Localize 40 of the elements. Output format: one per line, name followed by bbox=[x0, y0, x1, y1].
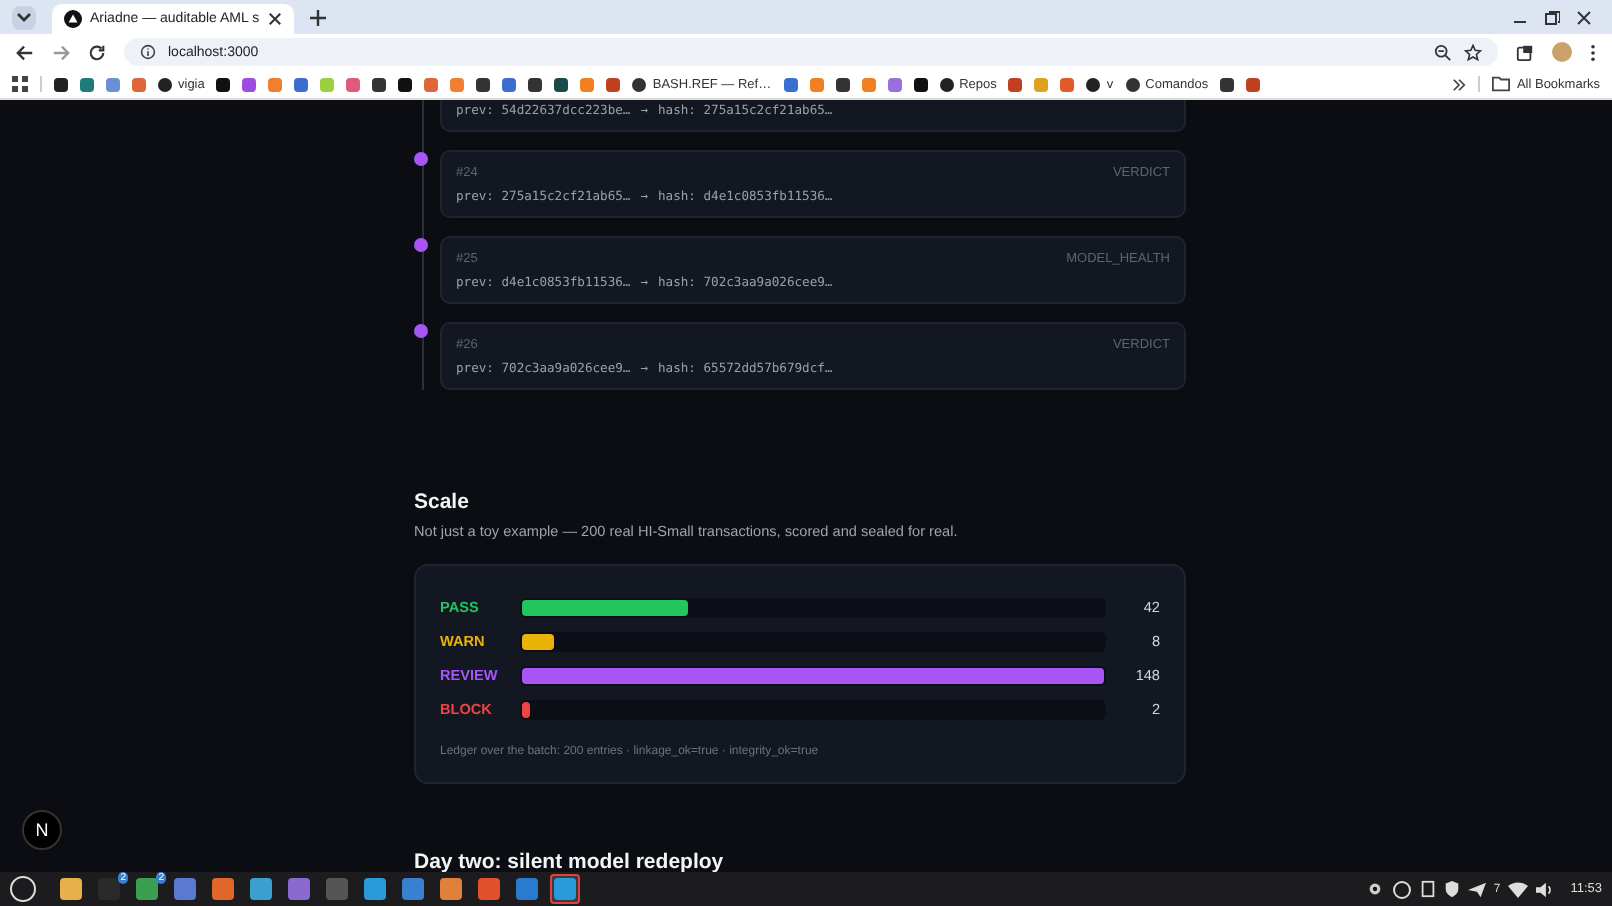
wifi-icon[interactable] bbox=[1508, 881, 1529, 897]
bookmark-icon[interactable] bbox=[476, 77, 491, 91]
section-heading: Scale bbox=[414, 490, 471, 514]
forward-icon[interactable] bbox=[52, 43, 70, 61]
caret-icon bbox=[16, 11, 32, 23]
triangle-logo-icon bbox=[64, 10, 82, 28]
reload-icon[interactable] bbox=[88, 43, 106, 61]
bookmark-icon[interactable] bbox=[1220, 77, 1235, 91]
apps-icon[interactable] bbox=[12, 76, 28, 92]
restore-icon[interactable] bbox=[1544, 9, 1560, 25]
timeline-dot bbox=[414, 238, 428, 252]
info-icon bbox=[140, 44, 156, 60]
new-tab-icon[interactable] bbox=[309, 9, 326, 25]
bookmark-icon[interactable] bbox=[54, 77, 68, 91]
bookmark-icon[interactable] bbox=[528, 77, 543, 91]
bookmark-icon[interactable] bbox=[372, 77, 387, 91]
zoom-icon[interactable] bbox=[1434, 43, 1452, 61]
back-icon[interactable] bbox=[16, 43, 34, 61]
extensions-icon[interactable] bbox=[1516, 43, 1534, 61]
send-icon[interactable] bbox=[1467, 881, 1486, 897]
chevron-icon[interactable] bbox=[1452, 77, 1467, 91]
bookmark-icon[interactable] bbox=[216, 77, 231, 91]
close-icon[interactable] bbox=[267, 12, 282, 26]
shield-icon[interactable] bbox=[1443, 880, 1460, 898]
timeline-dot bbox=[414, 324, 428, 338]
bookmark-icon[interactable] bbox=[913, 77, 928, 91]
dev-tools-badge[interactable]: N bbox=[22, 810, 62, 850]
section-heading: Day two: silent model redeploy bbox=[414, 850, 724, 872]
circle-icon[interactable] bbox=[1391, 879, 1412, 899]
timeline-dot bbox=[414, 152, 428, 166]
bookmark-icon[interactable] bbox=[398, 77, 413, 91]
star-icon[interactable] bbox=[1464, 43, 1482, 61]
bookmark-icon[interactable] bbox=[835, 77, 850, 91]
start-menu-icon[interactable] bbox=[10, 876, 36, 902]
volume-icon[interactable] bbox=[1536, 881, 1555, 897]
tab-list-button[interactable] bbox=[12, 5, 36, 29]
close-icon[interactable] bbox=[1576, 9, 1592, 25]
bookmark-icon[interactable] bbox=[554, 77, 569, 91]
menu-icon[interactable] bbox=[1590, 43, 1596, 61]
folder-icon bbox=[1492, 76, 1511, 92]
